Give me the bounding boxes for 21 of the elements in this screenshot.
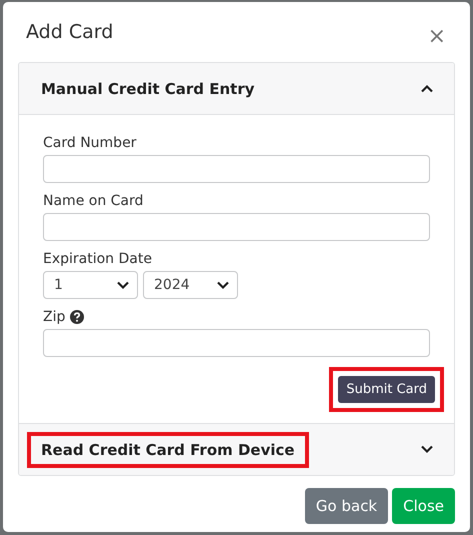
accordion-header[interactable]: Read Credit Card From Device — [19, 424, 454, 475]
field-label: Zip — [43, 309, 66, 325]
text-input[interactable] — [43, 155, 430, 183]
text-input[interactable] — [43, 213, 430, 241]
caret-icon — [216, 280, 230, 290]
chevron-down-icon — [420, 445, 434, 454]
section-title: Read Credit Card From Device — [27, 432, 309, 468]
accordion-header[interactable]: Manual Credit Card Entry — [19, 63, 454, 114]
close-button[interactable]: × — [428, 24, 446, 48]
submit-button[interactable]: Submit Card — [338, 376, 435, 403]
field-label: Expiration Date — [43, 251, 152, 267]
modal-title: Add Card — [26, 21, 114, 43]
chevron-up-icon — [420, 84, 434, 93]
text-input[interactable] — [43, 329, 430, 357]
field-label: Card Number — [43, 135, 136, 151]
caret-icon — [116, 280, 130, 290]
back-button[interactable]: Go back — [304, 488, 388, 524]
dropdown[interactable]: 2024 — [143, 271, 238, 299]
field-label: Name on Card — [43, 193, 144, 209]
dropdown[interactable]: 1 — [43, 271, 138, 299]
section-title: Manual Credit Card Entry — [40, 78, 256, 100]
